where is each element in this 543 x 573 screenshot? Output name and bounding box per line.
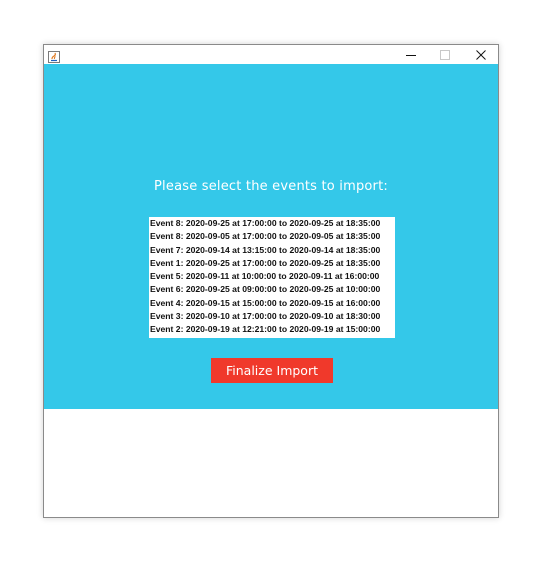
list-item[interactable]: Event 7: 2020-09-14 at 13:15:00 to 2020-… [150,244,395,257]
minimize-button[interactable] [396,45,426,64]
list-item[interactable]: Event 5: 2020-09-11 at 10:00:00 to 2020-… [150,270,395,283]
close-button[interactable] [466,45,496,64]
title-bar[interactable] [44,45,498,64]
minimize-icon [406,54,416,56]
java-icon [48,48,60,63]
import-panel: Please select the events to import: Even… [44,64,498,409]
list-item[interactable]: Event 6: 2020-09-25 at 09:00:00 to 2020-… [150,283,395,296]
close-icon [476,49,486,60]
list-item[interactable]: Event 8: 2020-09-05 at 17:00:00 to 2020-… [150,230,395,243]
page-title: Please select the events to import: [154,179,388,194]
list-item[interactable]: Event 1: 2020-09-25 at 17:00:00 to 2020-… [150,257,395,270]
maximize-button[interactable] [430,45,460,64]
list-item[interactable]: Event 3: 2020-09-10 at 17:00:00 to 2020-… [150,310,395,323]
list-item[interactable]: Event 2: 2020-09-19 at 12:21:00 to 2020-… [150,323,395,336]
maximize-icon [440,49,450,60]
list-item[interactable]: Event 4: 2020-09-15 at 15:00:00 to 2020-… [150,297,395,310]
app-window: Please select the events to import: Even… [43,44,499,518]
finalize-import-button[interactable]: Finalize Import [211,358,333,383]
events-list[interactable]: Event 8: 2020-09-25 at 17:00:00 to 2020-… [149,217,395,338]
list-item[interactable]: Event 8: 2020-09-25 at 17:00:00 to 2020-… [150,217,395,230]
